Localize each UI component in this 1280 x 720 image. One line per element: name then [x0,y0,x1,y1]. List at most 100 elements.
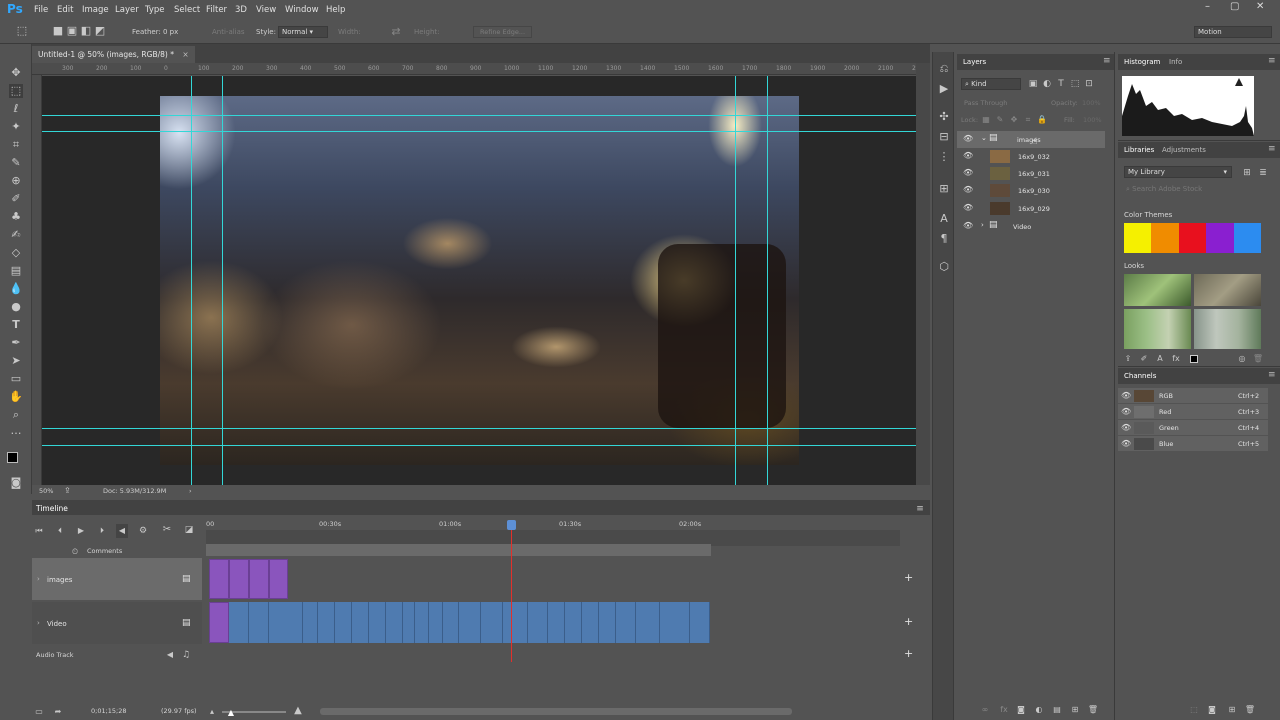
restore-icon[interactable]: ▢ [1230,1,1239,12]
next-frame-icon[interactable]: ⏵ [96,524,108,538]
library-select[interactable]: My Library ▾ [1124,166,1232,178]
guide-horizontal[interactable] [42,445,916,446]
guide-horizontal[interactable] [42,131,916,132]
video-clip[interactable] [528,602,548,643]
video-clip[interactable] [565,602,582,643]
add-text-style-icon[interactable]: A [1154,352,1166,366]
blend-mode[interactable]: Pass Through [964,99,1007,107]
eyedropper-tool-icon[interactable]: ✎ [9,156,23,170]
filter-smart-icon[interactable]: ⊡ [1083,77,1095,91]
move-tool-icon[interactable]: ✥ [9,66,23,80]
video-clip[interactable] [443,602,459,643]
quick-mask-icon[interactable]: ◙ [9,476,23,490]
add-selection-icon[interactable]: ▣ [66,24,78,38]
menu-edit[interactable]: Edit [57,5,73,15]
grid-view-icon[interactable]: ⊞ [1242,166,1252,180]
video-clip[interactable] [599,602,616,643]
zoom-level[interactable]: 50% [39,487,53,495]
adjustments-tab[interactable]: Adjustments [1162,146,1206,154]
share-icon[interactable]: ⇪ [64,486,71,495]
crop-tool-icon[interactable]: ⌗ [9,138,23,152]
current-time[interactable]: 0;01;15;28 [91,707,127,715]
menu-filter[interactable]: Filter [206,5,227,15]
layer-row-group[interactable]: 👁 ⌄ ▤ images ☝ [957,131,1105,148]
channels-tab[interactable]: Channels [1124,372,1156,380]
stock-search-input[interactable]: ⌕ Search Adobe Stock [1126,185,1202,194]
layers-menu-icon[interactable]: ≡ [1103,56,1111,66]
video-clip[interactable] [429,602,443,643]
properties-icon[interactable]: ⋮ [937,150,951,164]
paragraph-panel-icon[interactable]: ¶ [937,232,951,246]
layer-row[interactable]: 👁 16x9_030 [957,182,1105,199]
color-swatch[interactable] [1151,223,1179,253]
libraries-menu-icon[interactable]: ≡ [1268,144,1276,154]
new-group-icon[interactable]: ▤ [1051,703,1063,717]
refine-edge-button[interactable]: Refine Edge... [473,26,533,38]
add-media-images-icon[interactable]: + [904,571,913,584]
delete-library-item-icon[interactable]: 🗑 [1252,352,1264,366]
swap-icon[interactable]: ⇄ [390,25,402,39]
canvas-image[interactable] [160,96,799,465]
save-selection-icon[interactable]: ◙ [1206,703,1218,717]
hand-tool-icon[interactable]: ✋ [9,390,23,404]
video-clip[interactable] [303,602,318,643]
healing-tool-icon[interactable]: ⊕ [9,174,23,188]
history-brush-icon[interactable]: ✍ [9,228,23,242]
tool-presets-icon[interactable]: ✣ [937,110,951,124]
character-panel-icon[interactable]: A [937,212,951,226]
intersect-selection-icon[interactable]: ◩ [94,24,106,38]
3d-panel-icon[interactable]: ⬡ [937,260,951,274]
history-panel-icon[interactable]: ⎌ [937,62,951,76]
visibility-eye-icon[interactable]: 👁 [963,185,973,194]
brush-panel-icon[interactable]: ⊞ [937,182,951,196]
filter-adjustment-icon[interactable]: ◐ [1041,77,1053,91]
eraser-tool-icon[interactable]: ◇ [9,246,23,260]
menu-type[interactable]: Type [145,5,165,15]
antialias-checkbox[interactable]: Anti-alias [212,28,245,36]
go-first-frame-icon[interactable]: ⏮ [33,524,45,538]
zoom-out-icon[interactable]: ▴ [206,705,218,719]
video-clip[interactable] [690,602,710,643]
add-color-swatch[interactable] [1190,355,1198,363]
layer-row[interactable]: 👁 16x9_029 [957,200,1105,217]
look-thumbnail[interactable] [1194,309,1261,349]
guide-horizontal[interactable] [42,428,916,429]
expand-chevron-icon[interactable]: › [37,619,40,627]
expand-chevron-icon[interactable]: › [37,575,40,583]
group-chevron-icon[interactable]: › [981,221,984,229]
channel-row[interactable]: 👁 Red Ctrl+3 [1118,404,1268,420]
menu-help[interactable]: Help [326,5,345,15]
new-channel-icon[interactable]: ⊞ [1226,703,1238,717]
kind-filter[interactable]: ⌕ Kind [961,78,1021,90]
list-view-icon[interactable]: ≣ [1258,166,1268,180]
layer-row-group[interactable]: 👁 › ▤ Video [957,218,1105,235]
playhead-handle[interactable] [507,520,516,530]
dodge-tool-icon[interactable]: ● [9,300,23,314]
music-note-icon[interactable]: ♫ [180,648,192,662]
path-selection-icon[interactable]: ➤ [9,354,23,368]
channel-row[interactable]: 👁 Blue Ctrl+5 [1118,436,1268,452]
group-chevron-icon[interactable]: ⌄ [981,134,987,142]
audio-volume-icon[interactable]: ◀ [164,648,176,662]
add-media-video-icon[interactable]: + [904,615,913,628]
video-clip-start[interactable] [209,602,229,643]
render-icon[interactable]: ▭ [33,705,45,719]
new-layer-icon[interactable]: ⊞ [1069,703,1081,717]
video-clip[interactable] [386,602,403,643]
lasso-tool-icon[interactable]: ℓ [9,102,23,116]
menu-view[interactable]: View [256,5,276,15]
close-icon[interactable]: ✕ [1256,1,1264,12]
video-clip[interactable] [660,602,690,643]
video-clip[interactable] [352,602,369,643]
load-selection-icon[interactable]: ⬚ [1188,703,1200,717]
look-thumbnail[interactable] [1124,309,1191,349]
visibility-eye-icon[interactable]: 👁 [963,168,973,177]
marquee-tool-icon[interactable]: ⬚ [14,24,30,38]
visibility-eye-icon[interactable]: 👁 [1121,407,1131,416]
lock-all-icon[interactable]: 🔒 [1037,113,1047,127]
filter-pixel-icon[interactable]: ▣ [1027,77,1039,91]
guide-vertical[interactable] [191,76,192,485]
visibility-eye-icon[interactable]: 👁 [1121,423,1131,432]
track-media-icon[interactable]: ▤ [182,574,191,584]
minimize-icon[interactable]: – [1205,1,1210,12]
